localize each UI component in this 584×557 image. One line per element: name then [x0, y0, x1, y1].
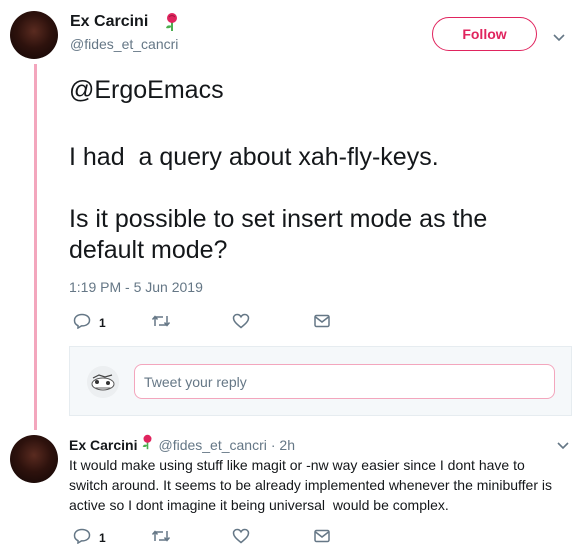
chevron-down-icon[interactable] [553, 29, 565, 47]
reply-text-line-1: It would make using stuff like magit or … [69, 457, 525, 473]
heart-icon [232, 313, 250, 332]
mention-link[interactable]: @ErgoEmacs [69, 75, 224, 106]
like-action[interactable] [232, 528, 250, 547]
reply-icon [73, 528, 91, 547]
chevron-down-icon[interactable] [557, 437, 569, 455]
thread-connector-line [34, 64, 37, 430]
reply-count: 1 [99, 530, 106, 545]
retweet-action[interactable] [151, 529, 171, 546]
tweet-timestamp[interactable]: 1:19 PM - 5 Jun 2019 [69, 279, 203, 295]
author-avatar[interactable] [10, 11, 58, 59]
message-action[interactable] [314, 314, 330, 331]
tweet-text-line-3: default mode? [69, 236, 228, 264]
reply-age[interactable]: · 2h [271, 437, 295, 453]
reply-icon [73, 313, 91, 332]
author-handle[interactable]: @fides_et_cancri [70, 36, 178, 52]
current-user-avatar[interactable] [87, 366, 119, 398]
reply-author-avatar[interactable] [10, 435, 58, 483]
envelope-icon [314, 314, 330, 331]
reply-input[interactable]: Tweet your reply [134, 364, 555, 399]
reply-count: 1 [99, 315, 106, 330]
reply-action[interactable]: 1 [73, 313, 106, 332]
reply-author-handle[interactable]: @fides_et_cancri [158, 437, 266, 453]
author-display-name[interactable]: Ex Carcini [70, 13, 148, 31]
retweet-action[interactable] [151, 314, 171, 331]
reply-header: Ex Carcini @fides_et_cancri · 2h [69, 434, 295, 455]
tweet-text-line-2: Is it possible to set insert mode as the [69, 205, 488, 233]
tweet-text-line-1: I had a query about xah-fly-keys. [69, 143, 439, 171]
reply-text-line-2: switch around. It seems to be already im… [69, 477, 552, 493]
like-action[interactable] [232, 313, 250, 332]
rose-emoji-icon [141, 434, 154, 455]
envelope-icon [314, 529, 330, 546]
message-action[interactable] [314, 529, 330, 546]
heart-icon [232, 528, 250, 547]
retweet-icon [151, 314, 171, 331]
reply-author-name[interactable]: Ex Carcini [69, 437, 137, 453]
reply-action[interactable]: 1 [73, 528, 106, 547]
reply-text-line-3: active so I dont imagine it being univer… [69, 497, 449, 513]
rose-emoji-icon [164, 12, 180, 37]
retweet-icon [151, 529, 171, 546]
follow-button[interactable]: Follow [432, 17, 537, 51]
